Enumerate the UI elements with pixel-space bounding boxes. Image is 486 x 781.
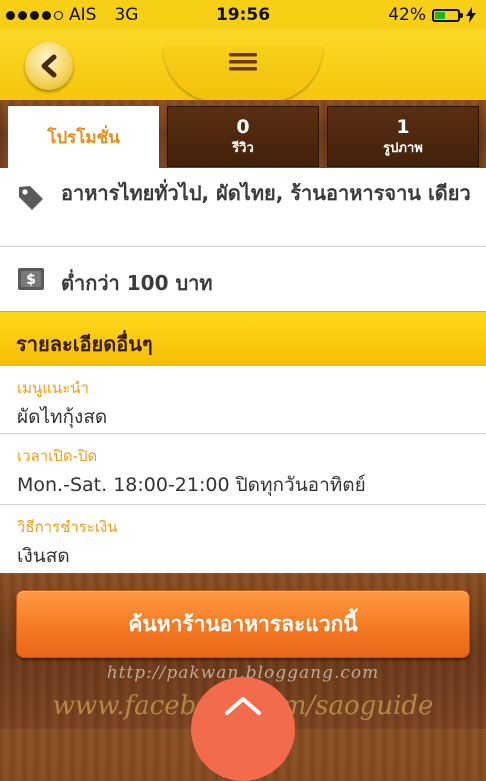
chevron-up-icon [225,697,261,715]
review-count: 0 [236,115,250,138]
tab-photos[interactable]: 1 รูปภาพ [327,106,479,167]
tab-label: รูปภาพ [383,140,423,156]
tab-label: รีวิว [232,140,254,156]
section-title: รายละเอียดอื่นๆ [16,332,153,356]
battery-percent: 42% [388,5,426,25]
detail-label: วิธีการชำระเงิน [17,518,118,536]
charging-bolt-icon [466,7,476,23]
detail-recommended-menu: เมนูแนะนำ ผัดไทกุ้งสด [0,366,486,434]
detail-opening-hours: เวลาเปิด-ปิด Mon.-Sat. 18:00-21:00 ปิดทุ… [0,434,486,505]
tag-icon [17,184,45,216]
svg-text:$: $ [26,272,36,288]
detail-value: ผัดไทกุ้งสด [17,406,108,428]
status-right: 42% [388,5,476,25]
tab-bar: โปรโมชั่น 0 รีวิว 1 รูปภาพ [0,100,486,168]
tab-label: โปรโมชั่น [47,127,120,148]
tab-reviews[interactable]: 0 รีวิว [167,106,319,167]
detail-value: เงินสด [17,545,70,567]
photo-count: 1 [396,115,410,138]
hamburger-menu-icon [229,53,257,71]
price-row: $ ต่ำกว่า 100 บาท [0,247,486,311]
detail-label: เมนูแนะนำ [17,379,89,397]
expand-up-button[interactable] [191,677,295,781]
price-text: ต่ำกว่า 100 บาท [61,271,213,295]
detail-value: Mon.-Sat. 18:00-21:00 ปิดทุกวันอาทิตย์ [17,474,366,496]
tab-promotion[interactable]: โปรโมชั่น [8,106,159,168]
detail-payment-method: วิธีการชำระเงิน เงินสด [0,505,486,574]
category-text: อาหารไทยทั่วไป, ผัดไทย, ร้านอาหารจาน เดี… [61,181,471,205]
details-section-header: รายละเอียดอื่นๆ [0,311,486,367]
money-icon: $ [17,267,45,295]
battery-icon [432,8,463,22]
bottom-area: ค้นหาร้านอาหารละแวกนี้ http://pakwan.blo… [0,573,486,781]
status-bar: AIS 3G 19:56 42% [0,0,486,30]
category-row: อาหารไทยทั่วไป, ผัดไทย, ร้านอาหารจาน เดี… [0,168,486,247]
detail-label: เวลาเปิด-ปิด [17,447,98,465]
search-nearby-button[interactable]: ค้นหาร้านอาหารละแวกนี้ [16,590,470,658]
